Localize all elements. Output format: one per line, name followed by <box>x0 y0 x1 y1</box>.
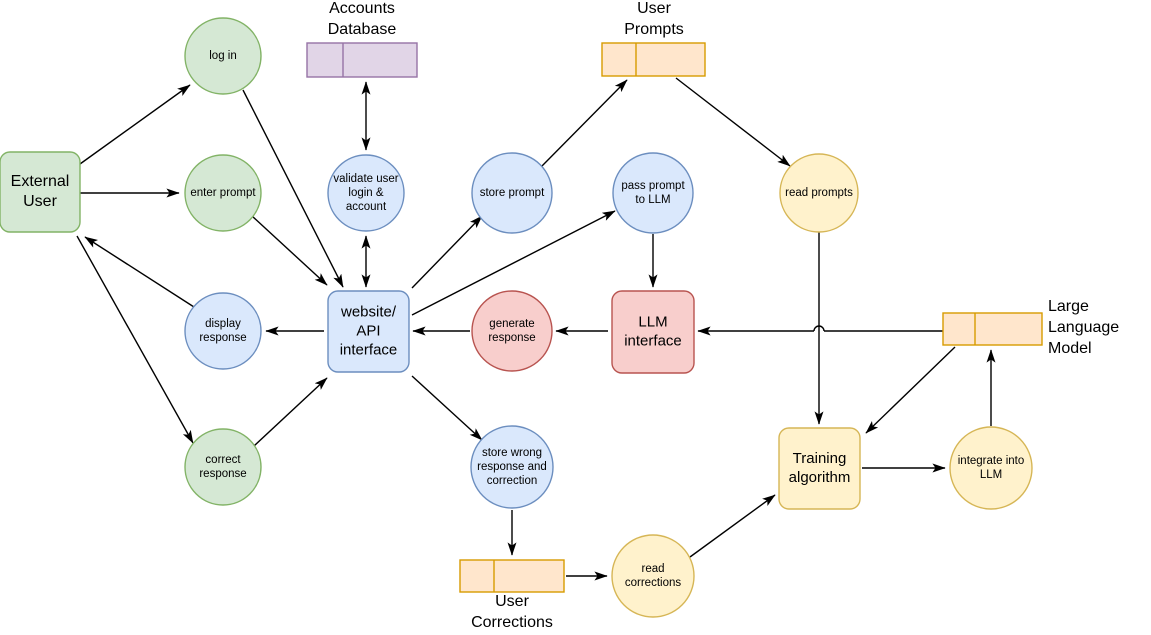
edge-read-corrections-to-training-algorithm <box>689 494 776 558</box>
node-store-wrong[interactable]: store wrong response and correction <box>470 425 554 509</box>
node-shape-circle <box>949 426 1033 510</box>
edge-website-api-to-store-prompt <box>411 215 483 289</box>
node-shape-circle <box>184 292 262 370</box>
datastore-large-language-model[interactable]: Large Language Model <box>942 298 1119 357</box>
node-label-enter-prompt: enter prompt <box>190 187 256 199</box>
node-integrate-into-llm[interactable]: integrate into LLM <box>949 426 1033 510</box>
node-label-read-prompts: read prompts <box>785 187 853 199</box>
node-label-store-prompt: store prompt <box>480 187 545 199</box>
node-enter-prompt[interactable]: enter prompt <box>184 154 262 232</box>
datastore-accounts-database[interactable]: Accounts Database <box>306 0 418 78</box>
node-log-in[interactable]: log in <box>184 17 262 95</box>
node-training-algorithm[interactable]: Training algorithm <box>778 427 861 510</box>
node-shape-rect <box>0 151 81 233</box>
node-llm-interface[interactable]: LLM interface <box>611 290 695 374</box>
datastore-label-user-prompts: User Prompts <box>624 0 684 38</box>
node-shape-circle <box>612 152 694 234</box>
datastore-user-corrections[interactable]: User Corrections <box>459 559 565 631</box>
node-read-prompts[interactable]: read prompts <box>779 153 859 233</box>
datastore-label-user-corrections: User Corrections <box>471 593 553 631</box>
edge-llm-store-to-training-algorithm <box>865 346 956 434</box>
datastore-body <box>306 42 418 78</box>
edge-user-prompts-to-read-prompts <box>675 77 791 167</box>
node-shape-circle <box>471 290 553 372</box>
node-shape-circle <box>611 534 695 618</box>
node-pass-prompt[interactable]: pass prompt to LLM <box>612 152 694 234</box>
edge-store-prompt-to-user-prompts <box>540 79 628 168</box>
data-flow-diagram: External User log in enter prompt display res… <box>0 0 1119 631</box>
node-website-api[interactable]: website/API interface <box>327 290 410 373</box>
nodes-layer: External User log in enter prompt display res… <box>0 17 1033 618</box>
datastore-body <box>601 42 706 77</box>
node-correct-response[interactable]: correct response <box>184 428 262 506</box>
datastore-body <box>459 559 565 593</box>
node-validate-user[interactable]: validate user login & account <box>327 154 405 232</box>
node-read-corrections[interactable]: read corrections <box>611 534 695 618</box>
datastore-user-prompts[interactable]: User Prompts <box>601 0 706 77</box>
node-generate-response[interactable]: generate response <box>471 290 553 372</box>
edge-external-user-to-correct-response <box>76 235 194 444</box>
node-label-store-wrong: store wrong response and correction <box>477 447 547 487</box>
datastore-label-accounts-database: Accounts Database <box>328 0 397 38</box>
node-shape-circle <box>184 428 262 506</box>
edge-display-response-to-external-user <box>84 236 195 308</box>
datastore-body <box>942 312 1043 346</box>
datastores-layer: Accounts Database User Prompts Large Language… <box>306 0 1119 631</box>
node-external-user[interactable]: External User <box>0 151 81 233</box>
node-store-prompt[interactable]: store prompt <box>471 152 553 234</box>
edge-website-api-to-store-wrong <box>411 375 483 441</box>
edge-external-user-to-log-in <box>79 84 191 165</box>
edge-correct-response-to-website-api <box>253 377 328 447</box>
node-display-response[interactable]: display response <box>184 292 262 370</box>
node-label-log-in: log in <box>209 50 237 62</box>
datastore-label-large-language-model: Large Language Model <box>1048 298 1119 357</box>
edge-enter-prompt-to-website-api <box>251 215 328 286</box>
